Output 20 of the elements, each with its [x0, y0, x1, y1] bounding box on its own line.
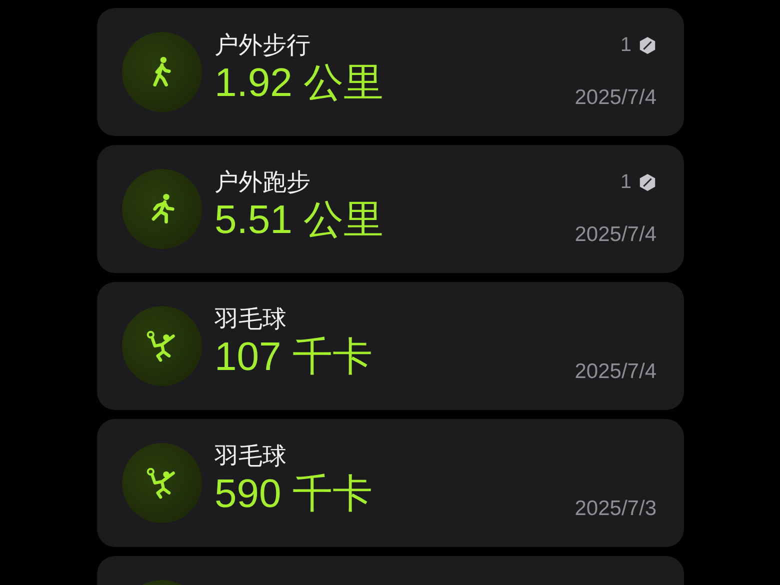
workout-value: 5.51 公里 — [214, 197, 384, 243]
award-count: 1 — [620, 34, 632, 57]
hexagon-award-icon — [638, 36, 656, 55]
workout-title: 羽毛球 — [214, 304, 286, 334]
workout-card[interactable]: 羽毛球 107 千卡 2025/7/4 — [96, 282, 684, 410]
workout-title: 羽毛球 — [214, 441, 286, 471]
workout-value: 590 千卡 — [214, 471, 372, 517]
workout-card[interactable]: 羽毛球 590 千卡 2025/7/3 — [96, 419, 684, 547]
hexagon-award-icon — [638, 173, 656, 192]
workout-date: 2025/7/4 — [574, 86, 656, 110]
workout-value: 107 千卡 — [214, 334, 372, 380]
workout-date: 2025/7/4 — [574, 223, 656, 247]
workout-date: 2025/7/3 — [574, 497, 656, 521]
workout-date: 2025/7/4 — [574, 360, 656, 384]
workout-card[interactable]: 户外跑步 5.51 公里 1 2025/7/4 — [96, 145, 684, 273]
workout-title: 户外步行 — [214, 30, 310, 60]
award-count: 1 — [620, 171, 632, 194]
workout-card[interactable]: 户外步行 1.92 公里 1 2025/7/4 — [96, 8, 684, 136]
workout-value: 1.92 公里 — [214, 60, 384, 106]
workout-title: 户外跑步 — [214, 167, 310, 197]
